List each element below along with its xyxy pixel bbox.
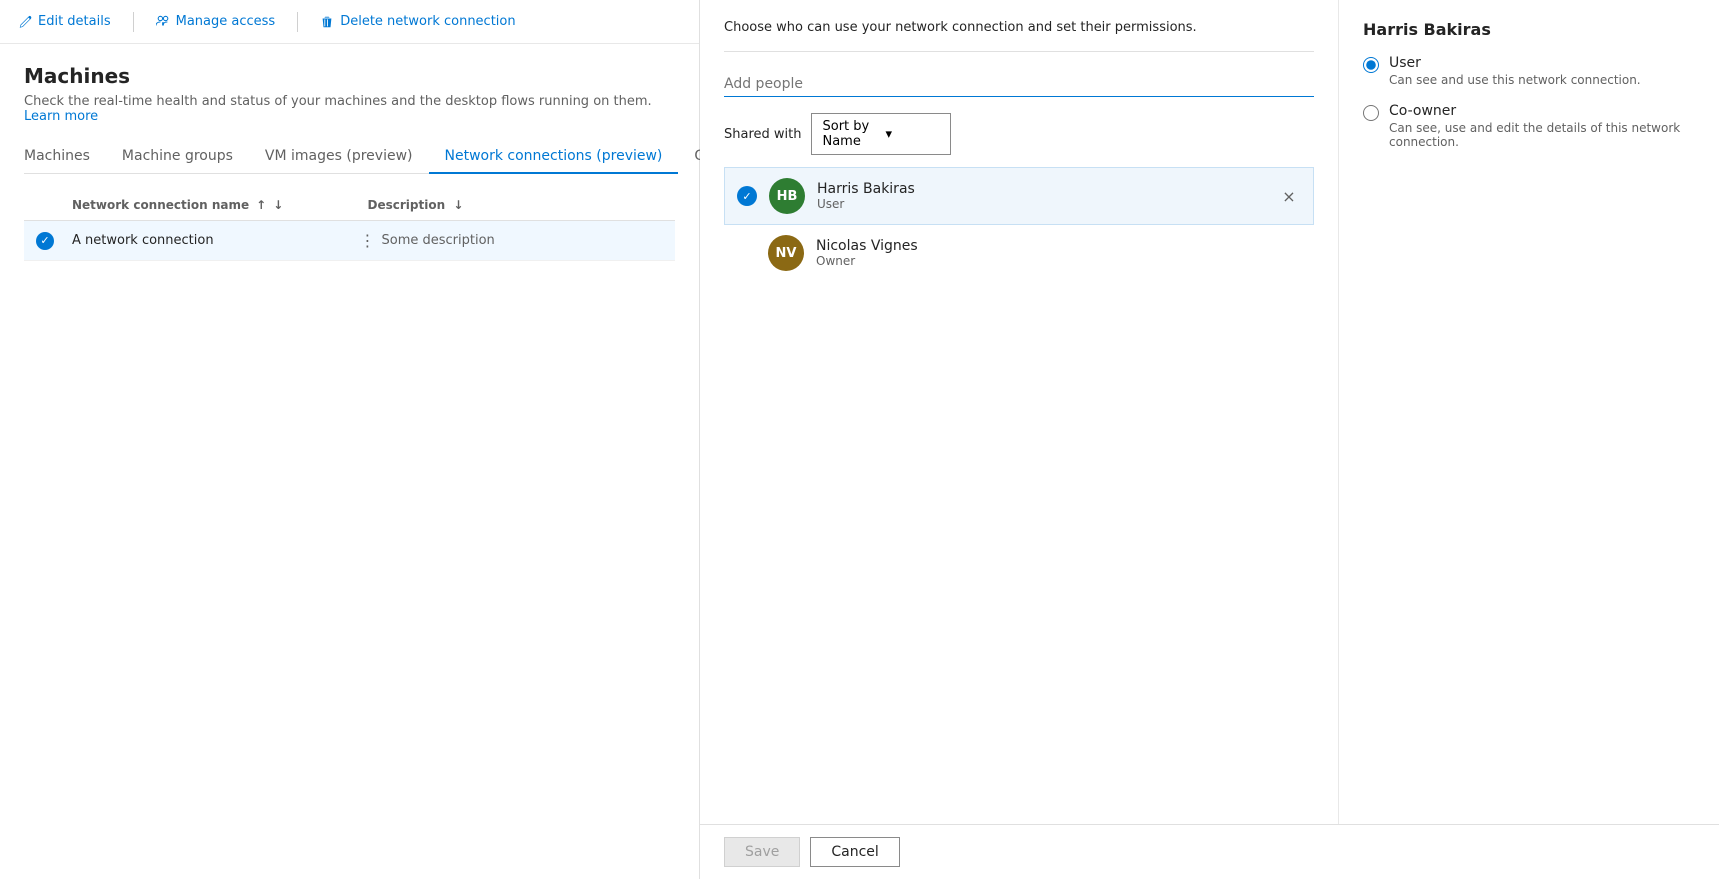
radio-user-text: User Can see and use this network connec… — [1389, 55, 1641, 87]
user-list: HB Harris Bakiras User × NV Nicolas Vign… — [724, 167, 1314, 281]
sort-desc-button[interactable]: Description ↓ — [368, 198, 664, 212]
user-item-nicolas[interactable]: NV Nicolas Vignes Owner — [724, 225, 1314, 281]
user-info-harris: Harris Bakiras User — [817, 181, 1265, 211]
manage-icon — [156, 15, 170, 29]
toolbar: Edit details Manage access Delete networ… — [0, 0, 699, 44]
table-row[interactable]: A network connection ⋮ Some description — [24, 221, 675, 261]
learn-more-link[interactable]: Learn more — [24, 109, 98, 124]
panel-footer: Save Cancel — [700, 824, 1719, 879]
radio-option-coowner: Co-owner Can see, use and edit the detai… — [1363, 103, 1695, 149]
sort-dropdown[interactable]: Sort by Name ▾ — [811, 113, 951, 155]
row-description: Some description — [382, 233, 664, 248]
sort-name-button[interactable]: Network connection name ↑ ↓ — [72, 198, 368, 212]
user-name-harris: Harris Bakiras — [817, 181, 1265, 197]
tab-machine-groups[interactable]: Machine groups — [106, 140, 249, 174]
user-info-nicolas: Nicolas Vignes Owner — [816, 238, 1302, 268]
page-title: Machines — [24, 64, 675, 88]
content-area: Machines Check the real-time health and … — [0, 44, 699, 879]
desc-chevron-icon: ↓ — [453, 198, 463, 212]
add-people-input[interactable] — [724, 72, 1314, 97]
user-item-harris[interactable]: HB Harris Bakiras User × — [724, 167, 1314, 225]
tab-vm-images[interactable]: VM images (preview) — [249, 140, 429, 174]
tab-machines[interactable]: Machines — [24, 140, 106, 174]
access-main: Choose who can use your network connecti… — [700, 0, 1339, 824]
radio-coowner-text: Co-owner Can see, use and edit the detai… — [1389, 103, 1695, 149]
user-role-harris: User — [817, 197, 1265, 211]
save-button[interactable]: Save — [724, 837, 800, 867]
sort-asc-icon: ↑ — [256, 198, 266, 212]
delete-icon — [320, 15, 334, 29]
radio-user[interactable] — [1363, 57, 1379, 73]
edit-icon — [18, 15, 32, 29]
checked-indicator — [36, 232, 54, 250]
cancel-button[interactable]: Cancel — [810, 837, 899, 867]
access-detail: Harris Bakiras User Can see and use this… — [1339, 0, 1719, 824]
avatar-nicolas: NV — [768, 235, 804, 271]
table-header: Network connection name ↑ ↓ Description … — [24, 190, 675, 221]
user-name-nicolas: Nicolas Vignes — [816, 238, 1302, 254]
access-description: Choose who can use your network connecti… — [724, 20, 1314, 52]
radio-option-user: User Can see and use this network connec… — [1363, 55, 1695, 87]
row-checkbox[interactable] — [36, 232, 72, 250]
user-role-nicolas: Owner — [816, 254, 1302, 268]
radio-coowner[interactable] — [1363, 105, 1379, 121]
sort-desc-icon: ↓ — [273, 198, 283, 212]
delete-button[interactable]: Delete network connection — [318, 10, 517, 33]
manage-access-button[interactable]: Manage access — [154, 10, 278, 33]
shared-with-row: Shared with Sort by Name ▾ — [724, 113, 1314, 155]
right-panel: Choose who can use your network connecti… — [700, 0, 1719, 879]
row-more-button[interactable]: ⋮ — [354, 231, 382, 250]
avatar-harris: HB — [769, 178, 805, 214]
page-description: Check the real-time health and status of… — [24, 94, 675, 124]
chevron-down-icon: ▾ — [885, 127, 940, 142]
tab-network-connections[interactable]: Network connections (preview) — [429, 140, 679, 174]
shared-with-label: Shared with — [724, 127, 801, 142]
edit-details-button[interactable]: Edit details — [16, 10, 113, 33]
user-selected-indicator — [737, 186, 757, 206]
tabs-bar: Machines Machine groups VM images (previ… — [24, 140, 675, 174]
divider-1 — [133, 12, 134, 32]
row-name: A network connection — [72, 233, 354, 248]
left-panel: Edit details Manage access Delete networ… — [0, 0, 700, 879]
detail-user-name: Harris Bakiras — [1363, 20, 1695, 39]
divider-2 — [297, 12, 298, 32]
remove-harris-button[interactable]: × — [1277, 184, 1301, 208]
manage-panel: Choose who can use your network connecti… — [700, 0, 1719, 824]
